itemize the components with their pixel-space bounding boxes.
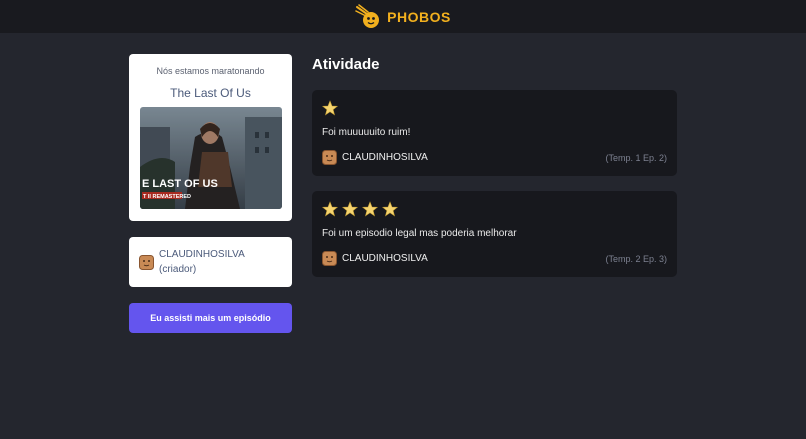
show-card: Nós estamos maratonando The Last Of Us E [129,54,292,221]
star-icon [322,100,338,116]
show-title: The Last Of Us [170,86,251,100]
brand-logo[interactable]: PHOBOS [355,3,451,30]
watched-episode-button[interactable]: Eu assisti mais um episódio [129,303,292,333]
creator-role: (criador) [159,264,197,275]
review-footer: CLAUDINHOSILVA (Temp. 1 Ep. 2) [322,150,667,165]
cookie-avatar-icon [322,251,337,266]
cookie-avatar-icon [139,254,154,270]
review-username: CLAUDINHOSILVA [342,253,428,264]
review-username: CLAUDINHOSILVA [342,152,428,163]
rating-stars [322,201,667,217]
brand-name: PHOBOS [387,8,451,25]
creator-info: CLAUDINHOSILVA (criador) [159,247,245,277]
show-poster: E LAST OF US T II REMASTERED [139,107,282,209]
review-episode: (Temp. 2 Ep. 3) [605,253,667,264]
review-user[interactable]: CLAUDINHOSILVA [322,150,428,165]
activity-title: Atividade [312,56,380,73]
creator-card[interactable]: CLAUDINHOSILVA (criador) [129,237,292,287]
review-user[interactable]: CLAUDINHOSILVA [322,251,428,266]
star-icon [362,201,378,217]
poster-title-text: E LAST OF US [142,178,218,190]
rating-stars [322,100,667,116]
review-card: Foi muuuuuito ruim! CLAUDINHOSILVA (Temp… [312,90,677,176]
star-icon [382,201,398,217]
review-text: Foi um episodio legal mas poderia melhor… [322,228,517,239]
top-bar: PHOBOS [0,0,806,33]
review-card: Foi um episodio legal mas poderia melhor… [312,191,677,277]
left-column: Nós estamos maratonando The Last Of Us E [129,54,292,333]
review-footer: CLAUDINHOSILVA (Temp. 2 Ep. 3) [322,251,667,266]
poster-subtitle-text: T II REMASTERED [143,194,191,200]
comet-face-icon [355,3,380,28]
review-episode: (Temp. 1 Ep. 2) [605,152,667,163]
star-icon [322,201,338,217]
review-text: Foi muuuuuito ruim! [322,127,411,138]
cookie-avatar-icon [322,150,337,165]
creator-name: CLAUDINHOSILVA [159,249,245,260]
show-card-subtitle: Nós estamos maratonando [156,66,265,76]
star-icon [342,201,358,217]
